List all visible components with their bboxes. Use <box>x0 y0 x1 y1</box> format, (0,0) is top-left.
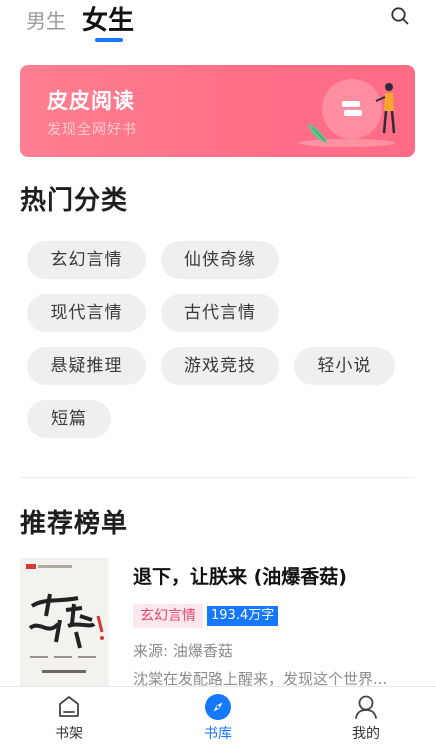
category-chip[interactable]: 现代言情 <box>27 294 146 332</box>
genre-badge: 玄幻言情 <box>133 604 203 628</box>
search-icon[interactable] <box>390 6 410 26</box>
word-count-badge: 193.4万字 <box>207 606 279 626</box>
nav-library-label: 书库 <box>204 726 232 742</box>
section-divider <box>20 477 415 478</box>
banner-title: 皮皮阅读 <box>47 89 135 113</box>
nav-bookshelf[interactable]: 书架 <box>29 693 109 743</box>
category-chip[interactable]: 游戏竞技 <box>161 347 279 385</box>
category-chip[interactable]: 悬疑推理 <box>27 347 146 385</box>
category-chip[interactable]: 玄幻言情 <box>27 241 146 279</box>
nav-mine[interactable]: 我的 <box>326 693 406 743</box>
tab-female[interactable]: 女生 <box>82 0 134 37</box>
category-chip[interactable]: 古代言情 <box>161 294 279 332</box>
category-chip[interactable]: 轻小说 <box>294 347 395 385</box>
tab-male[interactable]: 男生 <box>26 5 66 34</box>
nav-library[interactable]: 书库 <box>178 693 258 743</box>
bookshelf-icon <box>59 696 79 717</box>
hot-categories-title: 热门分类 <box>20 186 129 216</box>
top-header: 男生 女生 <box>0 0 436 48</box>
reading-illustration-icon <box>299 79 396 147</box>
book-title[interactable]: 退下，让朕来 (油爆香菇) <box>133 562 347 589</box>
book-cover-art <box>20 558 109 690</box>
category-chip[interactable]: 仙侠奇缘 <box>161 241 279 279</box>
nav-mine-label: 我的 <box>352 726 380 742</box>
nav-bookshelf-label: 书架 <box>55 726 83 742</box>
active-tab-indicator <box>95 38 123 42</box>
rankings-title: 推荐榜单 <box>20 509 129 539</box>
promo-banner[interactable]: 皮皮阅读 发现全网好书 <box>20 65 415 157</box>
book-source: 来源: 油爆香菇 <box>133 642 233 660</box>
compass-icon <box>205 694 231 720</box>
banner-subtitle: 发现全网好书 <box>47 122 137 138</box>
book-cover[interactable] <box>20 558 109 690</box>
user-icon <box>355 695 377 719</box>
bottom-navigation: 书架 书库 我的 <box>0 686 436 748</box>
category-chip[interactable]: 短篇 <box>27 400 111 438</box>
